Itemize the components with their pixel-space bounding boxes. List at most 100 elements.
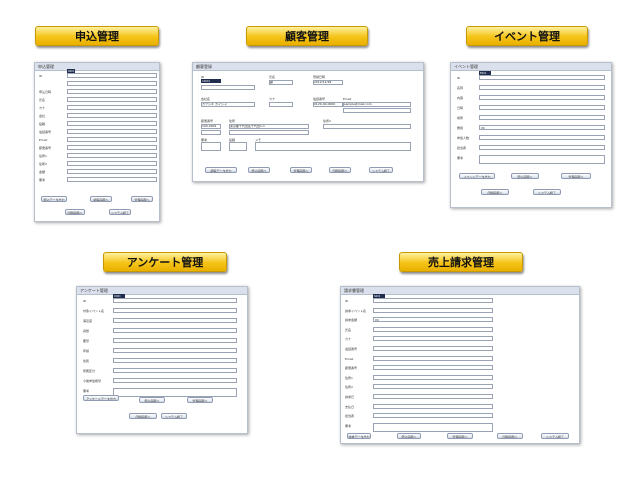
application-field-5[interactable] [67, 113, 157, 118]
sales-field-12[interactable] [373, 413, 493, 419]
customer-to-print-button[interactable]: 印刷画面へ [329, 167, 351, 173]
sales-field-3[interactable] [373, 326, 493, 332]
sales-field-9[interactable] [373, 384, 493, 390]
customer-exit-button[interactable]: システム終了 [369, 167, 393, 173]
application-button-0[interactable]: 申込データ出力 [41, 196, 67, 202]
sales-button-2[interactable]: 管理画面へ [447, 433, 473, 439]
application-field-2[interactable] [67, 89, 157, 94]
sales-field-1[interactable] [373, 307, 493, 313]
event-field-4[interactable] [479, 115, 605, 120]
application-button-2[interactable]: 管理画面へ [131, 196, 153, 202]
application-field-9[interactable] [67, 145, 157, 150]
customer-to-application-button[interactable]: 申込画面へ [248, 167, 270, 173]
sales-field-5[interactable] [373, 346, 493, 351]
customer-id-input[interactable] [201, 85, 255, 90]
event-label-1: 名称 [457, 86, 464, 90]
customer-to-admin-button[interactable]: 管理画面へ [290, 167, 312, 173]
customer-id-field[interactable]: C0001 [201, 79, 221, 83]
customer-name-field[interactable]: 顧 [269, 80, 293, 85]
customer-memo-field[interactable] [255, 142, 411, 151]
event-button-1[interactable]: 申込画面へ [511, 173, 539, 179]
application-field-4[interactable] [67, 105, 157, 110]
survey-button-3[interactable]: 印刷画面へ [129, 413, 157, 419]
sales-field-10[interactable] [373, 394, 493, 399]
customer-window-title: 顧客登録 [193, 63, 423, 71]
application-button-3[interactable]: 印刷画面へ [65, 209, 85, 215]
customer-notes-field[interactable] [201, 142, 221, 151]
customer-email-field[interactable]: sample@mail.com [343, 102, 411, 107]
sales-field-11[interactable] [373, 403, 493, 409]
sales-field-6[interactable] [373, 355, 493, 361]
sales-field-2[interactable] [373, 317, 493, 323]
customer-kana-field[interactable] [269, 102, 293, 107]
survey-field-2[interactable] [113, 318, 237, 323]
survey-field-8[interactable] [113, 378, 237, 383]
survey-button-4[interactable]: システム終了 [161, 413, 187, 419]
application-field-12[interactable] [67, 169, 157, 174]
application-field-0[interactable] [67, 73, 157, 78]
survey-field-1[interactable] [113, 308, 237, 313]
survey-id-value[interactable]: Q001 [113, 294, 125, 298]
sales-label-11: 支払日 [345, 404, 355, 409]
application-field-1[interactable] [67, 81, 157, 86]
application-field-13[interactable] [67, 177, 157, 182]
sales-label-0: ID [345, 299, 349, 303]
sales-button-3[interactable]: 印刷画面へ [497, 433, 523, 439]
customer-export-button[interactable]: 顧客データ出力 [205, 167, 237, 173]
sales-field-0[interactable] [373, 298, 493, 303]
customer-zip-field-2[interactable] [201, 130, 221, 135]
survey-button-0[interactable]: アンケートデータ出力 [83, 395, 119, 401]
event-field-7[interactable] [479, 145, 605, 150]
customer-email-field-2[interactable] [343, 108, 411, 113]
event-label-2: 内容 [457, 96, 464, 100]
application-field-8[interactable] [67, 137, 157, 142]
application-label-3: 氏名 [39, 98, 46, 102]
survey-field-9[interactable] [113, 388, 237, 397]
customer-position-field[interactable] [229, 142, 247, 151]
customer-address-field-2[interactable] [229, 130, 309, 135]
customer-address2-field[interactable] [323, 124, 411, 129]
survey-button-2[interactable]: 管理画面へ [187, 397, 213, 403]
survey-button-1[interactable]: 申込画面へ [139, 397, 165, 403]
event-button-2[interactable]: 管理画面へ [561, 173, 591, 179]
customer-zip-field[interactable]: 100-0001 [201, 124, 221, 129]
customer-address-field[interactable]: 東京都千代田区千代田1-1 [229, 124, 309, 129]
application-id-value[interactable]: 0001 [67, 69, 75, 73]
sales-button-4[interactable]: システム終了 [541, 433, 569, 439]
event-button-4[interactable]: システム終了 [533, 189, 561, 195]
sales-id-value[interactable]: S001 [373, 294, 385, 298]
event-id-value[interactable]: E001 [479, 71, 491, 75]
survey-label-8: 今後参加希望 [83, 379, 102, 383]
survey-field-3[interactable] [113, 328, 237, 333]
event-field-6[interactable] [479, 135, 605, 140]
event-field-1[interactable] [479, 85, 605, 90]
event-field-3[interactable] [479, 105, 605, 110]
customer-company-field[interactable]: カブシキ ガイシャ [201, 102, 255, 107]
survey-field-4[interactable] [113, 338, 237, 343]
event-button-0[interactable]: イベントデータ出力 [459, 173, 495, 179]
application-field-10[interactable] [67, 153, 157, 158]
sales-field-7[interactable] [373, 365, 493, 371]
survey-field-6[interactable] [113, 358, 237, 363]
customer-phone-field[interactable]: 0120-00-0000 [313, 102, 343, 107]
sales-field-4[interactable] [373, 336, 493, 342]
event-field-0[interactable] [479, 75, 605, 80]
customer-regdate-field[interactable]: 2012/11/28 [313, 80, 343, 85]
sales-field-8[interactable] [373, 374, 493, 380]
event-field-5[interactable] [479, 125, 605, 130]
event-button-3[interactable]: 印刷画面へ [481, 189, 509, 195]
sales-button-1[interactable]: 申込画面へ [397, 433, 421, 439]
application-field-3[interactable] [67, 97, 157, 102]
application-button-4[interactable]: システム終了 [109, 209, 131, 215]
application-button-1[interactable]: 顧客画面へ [90, 196, 112, 202]
event-field-2[interactable] [479, 95, 605, 100]
application-field-7[interactable] [67, 129, 157, 134]
event-field-8[interactable] [479, 155, 605, 164]
survey-field-5[interactable] [113, 348, 237, 353]
application-field-6[interactable] [67, 121, 157, 126]
sales-field-13[interactable] [373, 422, 493, 432]
application-field-11[interactable] [67, 161, 157, 166]
survey-field-0[interactable] [113, 298, 237, 303]
sales-button-0[interactable]: 請求データ出力 [347, 433, 371, 439]
survey-field-7[interactable] [113, 368, 237, 373]
